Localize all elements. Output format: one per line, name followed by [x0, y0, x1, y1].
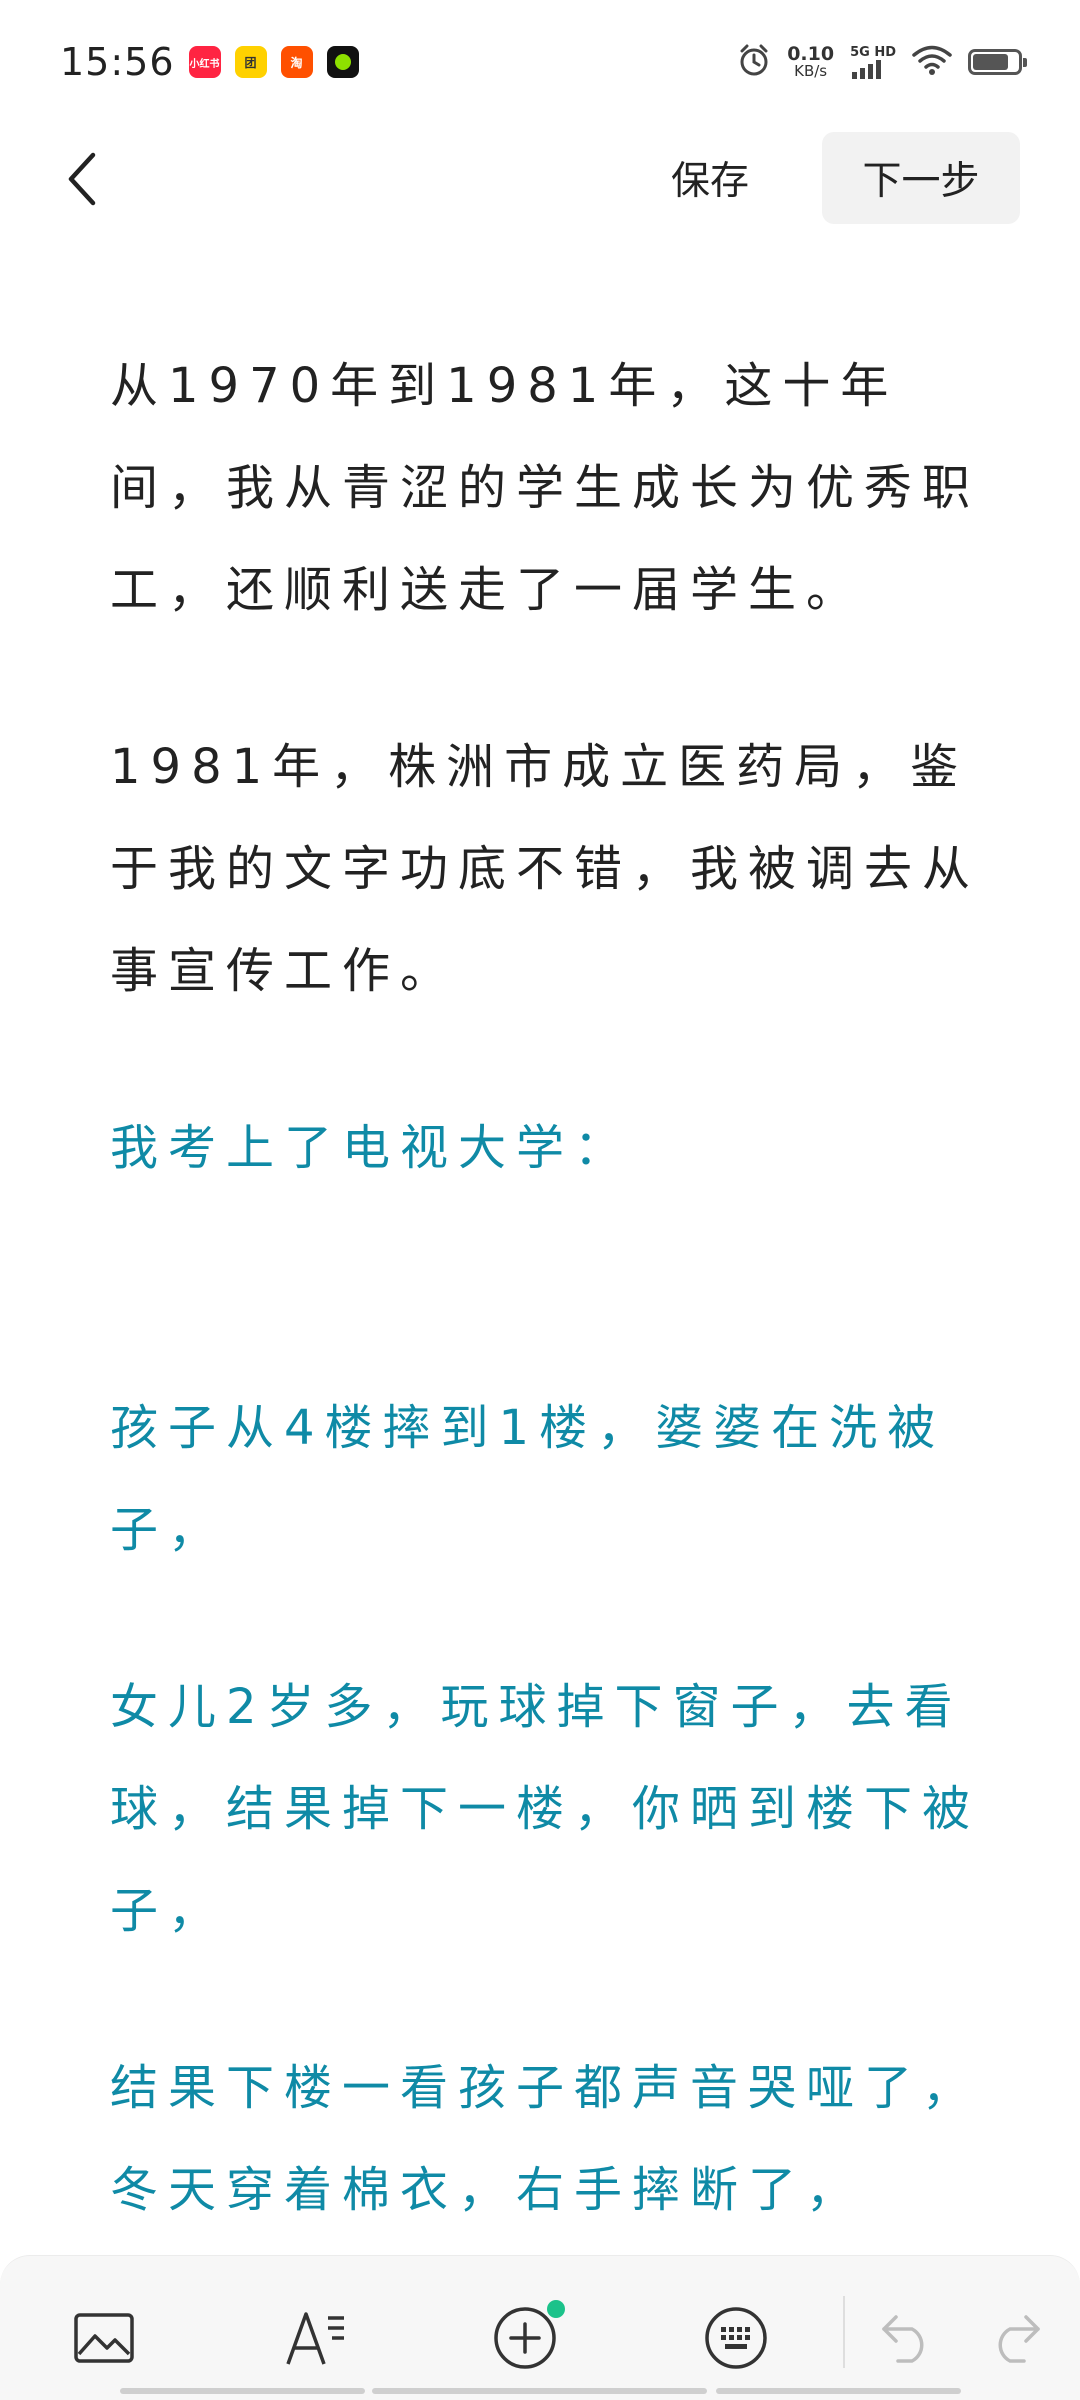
editor-top-bar: 保存 下一步: [0, 124, 1080, 234]
back-button[interactable]: [46, 144, 116, 214]
toolbar-divider: [843, 2296, 845, 2368]
scroll-segment-2: [372, 2388, 707, 2394]
redo-button[interactable]: [974, 2298, 1054, 2378]
scroll-segment-1: [120, 2388, 365, 2394]
status-bar: 15:56 小红书 团 淘 0.10 KB/s 5G HD: [0, 0, 1080, 124]
text-format-icon: [286, 2312, 344, 2365]
status-time: 15:56: [60, 40, 175, 84]
add-circle-icon: [494, 2307, 556, 2369]
paragraph-2[interactable]: 1981年，株洲市成立医药局，鉴于我的文字功底不错，我被调去从事宣传工作。: [110, 716, 990, 1022]
text-format-button[interactable]: [276, 2298, 356, 2378]
add-button[interactable]: [485, 2298, 565, 2378]
paragraph-3[interactable]: 我考上了电视大学：: [110, 1097, 990, 1199]
status-right: 0.10 KB/s 5G HD: [737, 43, 1027, 81]
status-left: 15:56 小红书 团 淘: [60, 40, 359, 84]
screen: 15:56 小红书 团 淘 0.10 KB/s 5G HD 保存 下一步 从19…: [0, 0, 1080, 2400]
paragraph-5[interactable]: 女儿2岁多，玩球掉下窗子，去看球，结果掉下一楼，你晒到楼下被子，: [110, 1656, 990, 1962]
green-app-badge: [326, 46, 359, 78]
undo-button[interactable]: [868, 2298, 948, 2378]
net-speed-unit: KB/s: [794, 62, 828, 80]
scroll-segment-3: [716, 2388, 961, 2394]
undo-icon: [882, 2315, 924, 2363]
redo-icon: [998, 2315, 1040, 2363]
meituan-badge: 团: [234, 46, 267, 78]
keyboard-icon: [705, 2307, 767, 2369]
editor-content[interactable]: 从1970年到1981年，这十年间，我从青涩的学生成长为优秀职工，还顺利送走了一…: [110, 335, 990, 2316]
save-button[interactable]: 保存: [630, 132, 790, 224]
taobao-badge: 淘: [280, 46, 313, 78]
new-indicator-dot: [547, 2300, 565, 2318]
alarm-icon: [737, 43, 771, 81]
editor-toolbar: [0, 2255, 1080, 2400]
cell-signal-icon: [852, 59, 882, 79]
net-speed: 0.10 KB/s: [787, 45, 834, 79]
chevron-left-icon: [68, 152, 96, 206]
next-step-button[interactable]: 下一步: [822, 132, 1020, 224]
paragraph-1[interactable]: 从1970年到1981年，这十年间，我从青涩的学生成长为优秀职工，还顺利送走了一…: [110, 335, 990, 641]
paragraph-6[interactable]: 结果下楼一看孩子都声音哭哑了，冬天穿着棉衣，右手摔断了，: [110, 2037, 990, 2241]
wifi-icon: [912, 44, 952, 80]
xiaohongshu-badge: 小红书: [188, 46, 221, 78]
battery-icon: [968, 49, 1027, 75]
paragraph-4[interactable]: 孩子从4楼摔到1楼，婆婆在洗被子，: [110, 1377, 990, 1581]
network-label: 5G HD: [850, 44, 896, 60]
battery-fill: [973, 54, 1009, 70]
insert-image-button[interactable]: [64, 2298, 144, 2378]
cell-signal: 5G HD: [850, 46, 896, 79]
keyboard-button[interactable]: [696, 2298, 776, 2378]
image-icon: [74, 2313, 134, 2363]
